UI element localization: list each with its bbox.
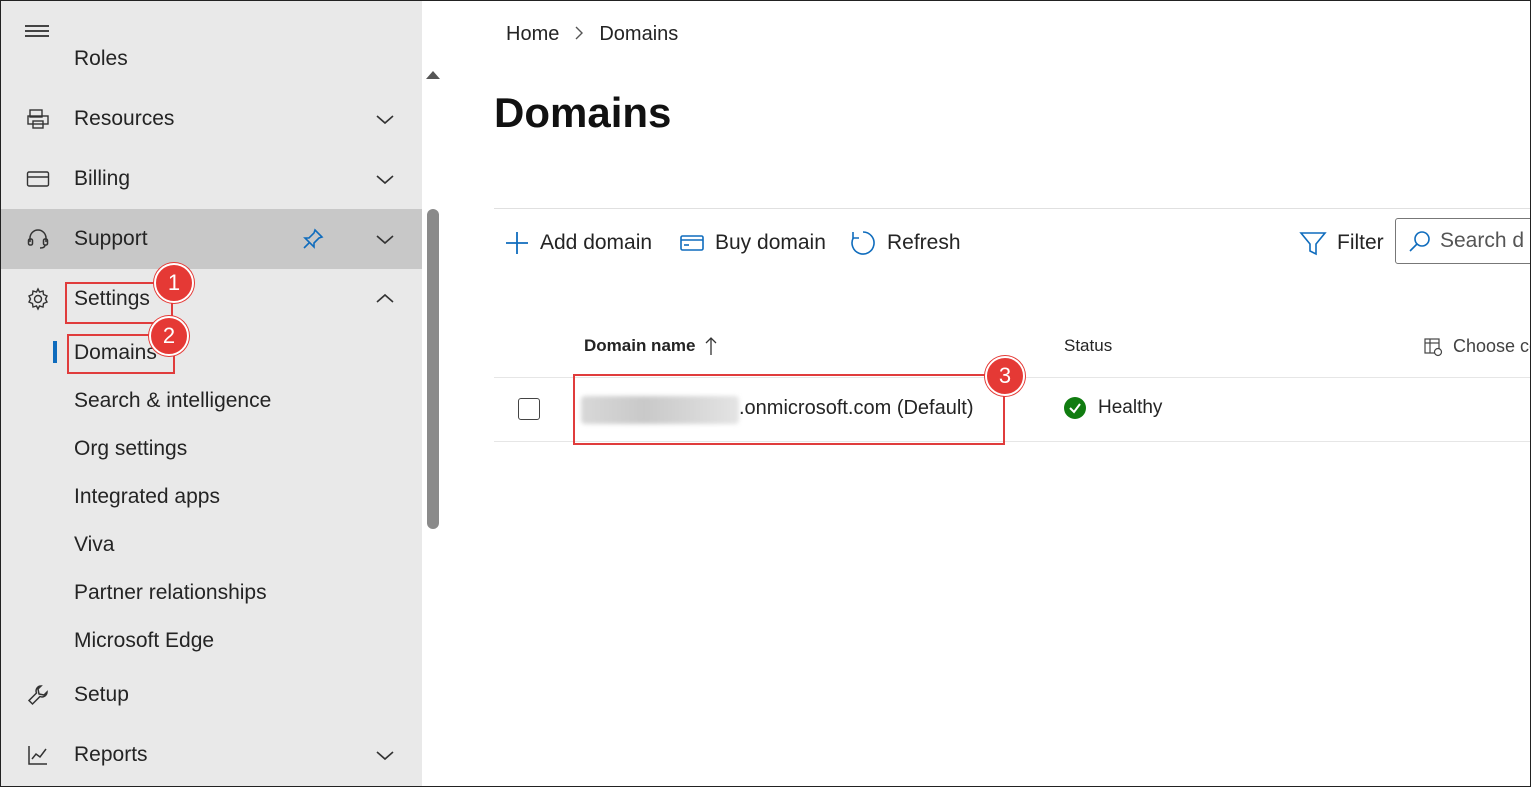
scrollbar-thumb[interactable] xyxy=(427,209,439,529)
add-domain-label: Add domain xyxy=(540,231,653,254)
sidebar-subitem-partner-relationships[interactable]: Partner relationships xyxy=(74,581,267,605)
sidebar-subitem-integrated-apps[interactable]: Integrated apps xyxy=(74,485,220,509)
breadcrumb: Home Domains xyxy=(506,23,678,46)
choose-columns-button[interactable]: Choose co xyxy=(1423,336,1531,357)
printer-icon xyxy=(25,106,51,132)
refresh-button[interactable]: Refresh xyxy=(849,227,961,259)
refresh-label: Refresh xyxy=(887,231,961,254)
sidebar-item-roles[interactable]: Roles xyxy=(1,31,422,71)
status-cell: Healthy xyxy=(1064,397,1162,419)
filter-button[interactable]: Filter xyxy=(1299,227,1384,259)
search-input[interactable]: Search d xyxy=(1395,218,1530,264)
annotation-badge: 3 xyxy=(985,356,1025,396)
choose-columns-label: Choose co xyxy=(1453,336,1531,356)
sidebar-subitem-viva[interactable]: Viva xyxy=(74,533,114,557)
credit-card-icon xyxy=(25,166,51,192)
divider xyxy=(494,208,1530,209)
filter-label: Filter xyxy=(1337,231,1384,254)
column-header-domain-name[interactable]: Domain name xyxy=(584,336,719,356)
chart-icon xyxy=(25,742,51,768)
buy-domain-button[interactable]: Buy domain xyxy=(679,227,826,259)
columns-icon xyxy=(1424,337,1443,356)
column-header-label: Domain name xyxy=(584,336,696,355)
breadcrumb-home[interactable]: Home xyxy=(506,23,559,46)
breadcrumb-current: Domains xyxy=(599,23,679,45)
chevron-down-icon[interactable] xyxy=(374,228,396,250)
sidebar-item-label: Billing xyxy=(74,167,131,190)
search-placeholder: Search d xyxy=(1440,229,1525,252)
app-frame: Roles Resources Billing Support Settings… xyxy=(0,0,1531,787)
sidebar: Roles Resources Billing Support Settings… xyxy=(1,1,422,786)
gear-icon xyxy=(25,286,51,312)
buy-domain-label: Buy domain xyxy=(715,231,826,254)
annotation-badge: 2 xyxy=(149,316,189,356)
chevron-right-icon xyxy=(573,24,585,45)
sidebar-subitem-microsoft-edge[interactable]: Microsoft Edge xyxy=(74,629,214,653)
plus-icon xyxy=(506,232,528,254)
selected-indicator xyxy=(53,341,57,363)
status-text: Healthy xyxy=(1098,397,1163,418)
sidebar-subitem-org-settings[interactable]: Org settings xyxy=(74,437,187,461)
headset-icon xyxy=(25,226,51,252)
sidebar-subitem-search-intelligence[interactable]: Search & intelligence xyxy=(74,389,271,413)
annotation-box-domain-row xyxy=(573,374,1005,445)
filter-icon xyxy=(1299,232,1327,256)
refresh-icon xyxy=(851,231,875,255)
chevron-down-icon[interactable] xyxy=(374,108,396,130)
chevron-down-icon[interactable] xyxy=(374,744,396,766)
scroll-up-arrow-icon[interactable] xyxy=(426,71,440,79)
wrench-icon xyxy=(25,682,51,708)
column-header-status[interactable]: Status xyxy=(1064,336,1112,356)
row-checkbox[interactable] xyxy=(518,398,540,420)
sort-ascending-icon xyxy=(706,337,717,355)
page-title: Domains xyxy=(494,89,672,136)
sidebar-item-label: Setup xyxy=(74,683,129,706)
chevron-down-icon[interactable] xyxy=(374,168,396,190)
sidebar-item-support[interactable]: Support xyxy=(1,209,422,269)
sidebar-item-label: Reports xyxy=(74,743,148,766)
sidebar-item-setup[interactable]: Setup xyxy=(1,665,422,725)
sidebar-item-label: Support xyxy=(74,227,148,250)
search-icon xyxy=(1409,231,1430,252)
credit-card-icon xyxy=(680,235,704,251)
sidebar-item-reports[interactable]: Reports xyxy=(1,725,422,785)
annotation-badge: 1 xyxy=(154,263,194,303)
sidebar-item-resources[interactable]: Resources xyxy=(1,89,422,149)
sidebar-item-billing[interactable]: Billing xyxy=(1,149,422,209)
chevron-up-icon[interactable] xyxy=(374,288,396,310)
sidebar-item-label: Roles xyxy=(74,47,128,70)
checkmark-circle-icon xyxy=(1064,397,1086,419)
sidebar-item-label: Resources xyxy=(74,107,175,130)
pin-icon[interactable] xyxy=(301,227,325,251)
add-domain-button[interactable]: Add domain xyxy=(504,227,652,259)
